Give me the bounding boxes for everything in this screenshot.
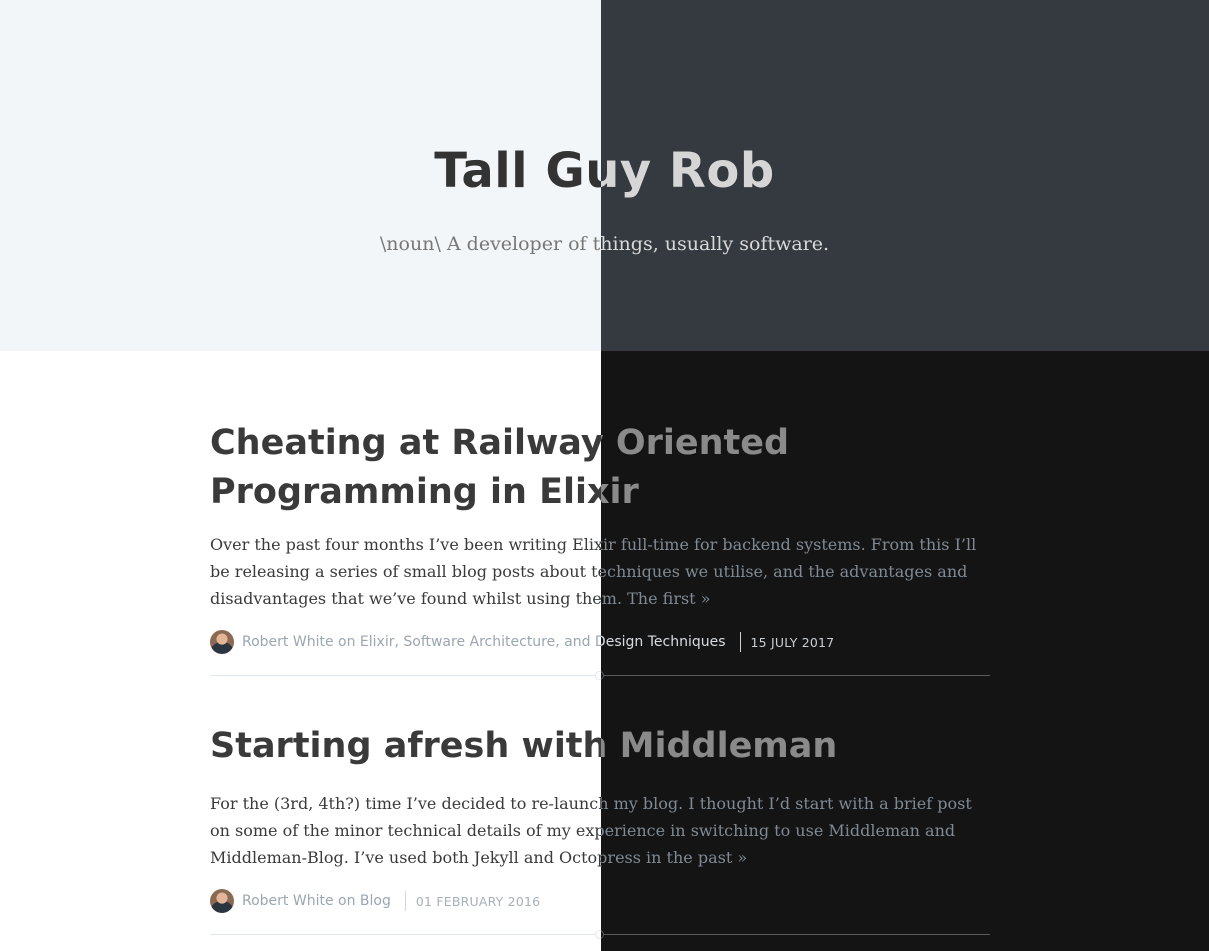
author-avatar [210, 889, 234, 913]
post-byline[interactable]: Robert White on Blog [242, 893, 391, 909]
post-date: 01 February 2016 [415, 893, 541, 909]
read-more-link[interactable]: » [737, 848, 747, 867]
meta-separator [739, 632, 741, 652]
post-date: 15 July 2017 [750, 634, 835, 650]
read-more-link[interactable]: » [701, 589, 711, 608]
author-avatar [210, 630, 234, 654]
meta-separator [404, 891, 406, 911]
